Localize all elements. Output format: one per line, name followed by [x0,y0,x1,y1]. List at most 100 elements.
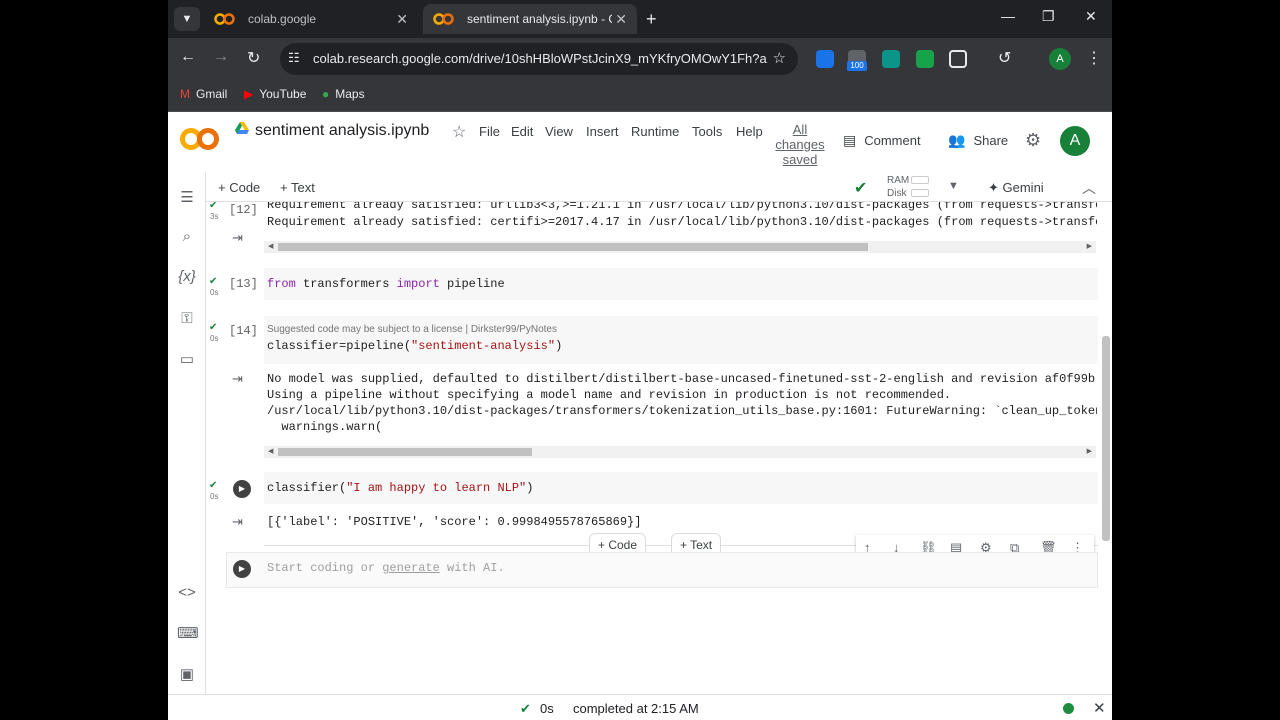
colab-favicon-icon [433,13,454,25]
minimize-icon[interactable]: — [1001,8,1015,24]
placeholder-text: Start coding or [267,561,383,575]
output-actions-icon[interactable]: ⇥ [232,514,243,530]
tab-close-icon[interactable]: ✕ [615,4,627,34]
add-text-button[interactable]: + Text [280,180,315,195]
comment-icon: ▤ [843,132,857,148]
extension-grid-icon[interactable] [882,50,900,68]
maps-icon: ● [322,87,330,101]
code-text: ) [555,339,563,353]
bookmark-label: Gmail [196,87,228,101]
cell-output-text: warnings.warn( [267,420,383,434]
search-icon[interactable]: ⌕ [177,228,197,245]
code-string: "sentiment-analysis" [411,339,556,353]
gemini-button[interactable]: ✦ Gemini [988,180,1044,196]
extensions-puzzle-icon[interactable] [949,50,967,68]
scroll-right-icon[interactable]: ▶ [1087,446,1092,458]
settings-gear-icon[interactable]: ⚙ [1025,130,1041,151]
notebook-title[interactable]: sentiment analysis.ipynb [255,122,429,140]
history-icon[interactable]: ↺ [998,48,1011,68]
bookmark-gmail[interactable]: M Gmail [180,87,227,101]
code-snippets-icon[interactable]: <> [177,584,197,601]
menu-file[interactable]: File [479,124,500,139]
address-bar[interactable]: ☷ colab.research.google.com/drive/10shHB… [280,43,798,75]
tab-sentiment-analysis[interactable]: sentiment analysis.ipynb - Colab ✕ [423,4,637,34]
account-avatar[interactable]: A [1060,126,1090,156]
output-actions-icon[interactable]: ⇥ [232,230,243,246]
tab-close-icon[interactable]: ✕ [396,4,408,34]
scroll-thumb[interactable] [278,448,532,456]
menu-tools[interactable]: Tools [692,124,722,139]
status-exec-time: 0s [540,701,554,716]
collapse-header-icon[interactable]: ︿ [1082,178,1096,198]
cell-output-text: Requirement already satisfied: certifi>=… [267,215,1097,229]
runtime-status-dot [1063,703,1074,714]
generate-link[interactable]: generate [382,561,440,575]
add-code-button[interactable]: + Code [218,180,260,195]
scroll-right-icon[interactable]: ▶ [1087,241,1092,253]
cell-exec-time: 0s [210,492,219,501]
table-of-contents-icon[interactable]: ☰ [177,188,197,206]
status-completed-text[interactable]: completed at 2:15 AM [573,701,699,716]
browser-menu-icon[interactable]: ⋮ [1086,48,1102,68]
files-folder-icon[interactable]: ▭ [177,350,197,368]
site-info-icon[interactable]: ☷ [288,50,300,66]
comment-button[interactable]: ▤ Comment [843,132,921,149]
tab-title: colab.google [248,12,317,26]
bookmark-star-icon[interactable]: ☆ [773,49,786,67]
code-text: classifier=pipeline( [267,339,412,353]
variables-icon[interactable]: {x} [177,268,197,285]
horizontal-scrollbar[interactable]: ◀ ▶ [264,446,1096,458]
horizontal-scrollbar[interactable]: ◀ ▶ [264,241,1096,253]
scroll-thumb[interactable] [278,243,868,251]
command-palette-icon[interactable]: ⌨ [177,624,199,642]
menu-runtime[interactable]: Runtime [631,124,679,139]
license-suggestion[interactable]: Suggested code may be subject to a licen… [267,324,557,335]
resource-monitor[interactable]: RAM Disk [887,174,909,200]
back-icon[interactable]: ← [180,48,196,66]
colab-logo-icon[interactable] [180,126,220,152]
extension-sheet-icon[interactable] [916,50,934,68]
bookmark-maps[interactable]: ● Maps [322,87,365,101]
star-notebook-icon[interactable]: ☆ [452,122,466,142]
extension-shield-icon[interactable] [816,50,834,68]
cell-output-text: Using a pipeline without specifying a mo… [267,388,952,402]
code-line[interactable]: from transformers import pipeline [267,277,505,291]
cell-output-text: Requirement already satisfied: urllib3<3… [267,202,1097,212]
url-text[interactable]: colab.research.google.com/drive/10shHBlo… [313,51,768,66]
scroll-left-icon[interactable]: ◀ [268,446,273,458]
share-button[interactable]: 👥 Share [948,132,1008,149]
menu-insert[interactable]: Insert [586,124,619,139]
close-window-icon[interactable]: ✕ [1085,8,1097,25]
code-line[interactable]: classifier("I am happy to learn NLP") [267,481,533,495]
forward-icon[interactable]: → [213,48,229,66]
menu-view[interactable]: View [545,124,573,139]
menu-edit[interactable]: Edit [511,124,533,139]
tab-colab-google[interactable]: colab.google ✕ [204,4,418,34]
code-placeholder[interactable]: Start coding or generate with AI. [267,561,505,575]
new-tab-button[interactable]: + [646,7,657,31]
code-line[interactable]: classifier=pipeline("sentiment-analysis"… [267,339,562,353]
runtime-dropdown-icon[interactable]: ▼ [948,180,959,192]
tab-search-icon[interactable]: ▼ [174,7,200,31]
profile-avatar[interactable]: A [1049,48,1071,70]
scroll-left-icon[interactable]: ◀ [268,241,273,253]
maximize-icon[interactable]: ❐ [1042,8,1055,25]
notebook-cells: ✔ 3s [12] Requirement already satisfied:… [206,202,1112,694]
tab-strip: ▼ colab.google ✕ sentiment analysis.ipyn… [168,0,1112,38]
run-cell-button[interactable]: ▶ [233,560,251,578]
secrets-key-icon[interactable]: ⚿ [177,310,197,327]
close-status-icon[interactable]: ✕ [1093,699,1106,717]
output-actions-icon[interactable]: ⇥ [232,371,243,387]
vertical-scrollbar[interactable] [1102,336,1110,541]
drive-icon[interactable] [235,122,249,134]
run-cell-button[interactable]: ▶ [233,480,251,498]
extension-badge: 100 [847,61,867,71]
terminal-icon[interactable]: ▣ [177,665,197,683]
save-status-link[interactable]: All changes saved [773,122,827,167]
menu-help[interactable]: Help [736,124,763,139]
share-label: Share [973,133,1009,148]
browser-window: ▼ colab.google ✕ sentiment analysis.ipyn… [168,0,1112,720]
cell-check-icon: ✔ [209,276,218,287]
bookmark-youtube[interactable]: ▶ YouTube [244,87,306,101]
reload-icon[interactable]: ↻ [247,48,260,68]
